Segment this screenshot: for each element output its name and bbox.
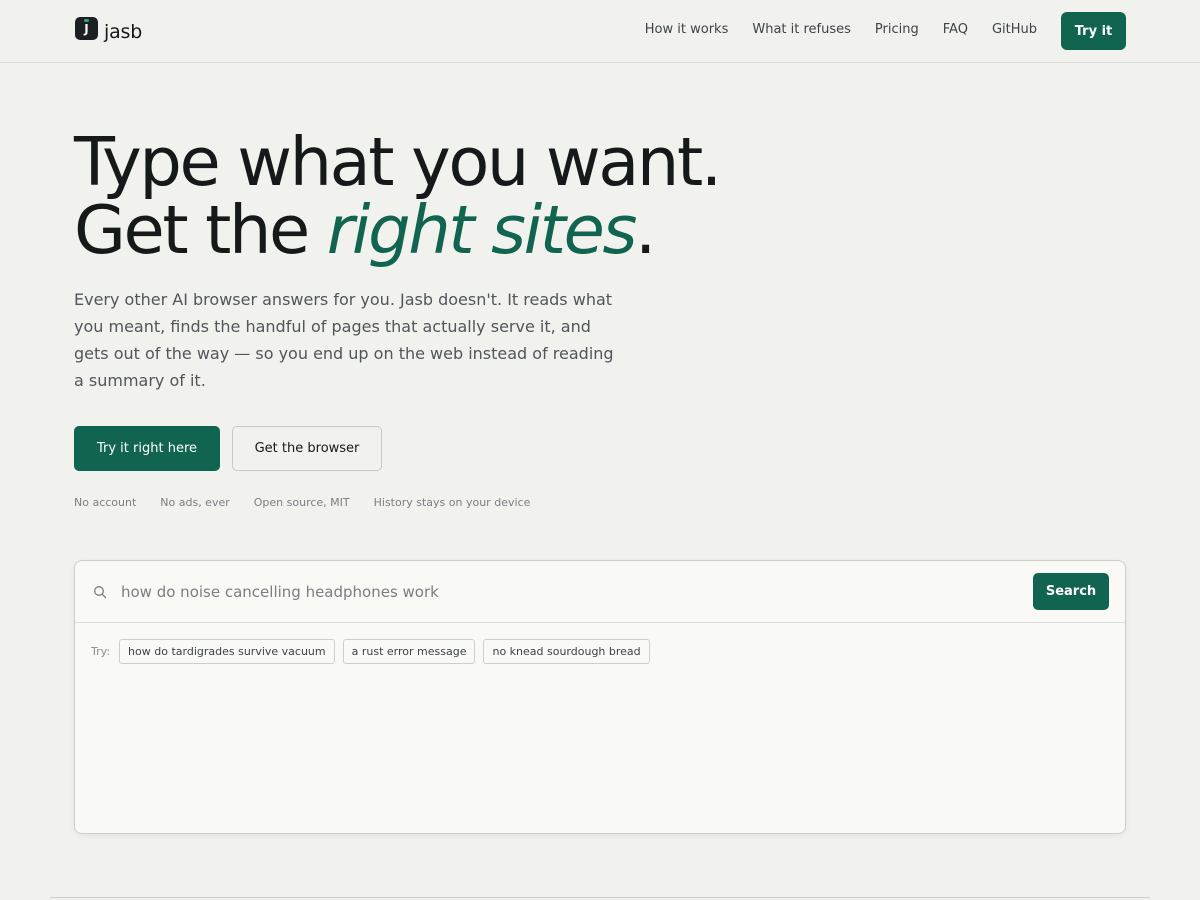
- hero-title-line2-prefix: Get the: [74, 191, 327, 269]
- hero-title-line1: Type what you want.: [74, 123, 722, 201]
- top-nav: J jasb How it works What it refuses Pric…: [0, 0, 1200, 63]
- jasb-logo-icon: J: [75, 16, 98, 40]
- search-input[interactable]: [121, 582, 1021, 602]
- suggestion-row: Try: how do tardigrades survive vacuum a…: [91, 639, 658, 664]
- feature-item: Open source, MIT: [253, 496, 350, 509]
- search-icon: [94, 586, 107, 599]
- section-divider: [50, 897, 1150, 898]
- brand[interactable]: J jasb: [75, 15, 142, 49]
- hero-title-accent: right sites: [326, 191, 638, 269]
- feature-item: No account: [74, 496, 137, 509]
- nav-link-what-it-refuses[interactable]: What it refuses: [752, 22, 851, 37]
- search-panel: Search Try: how do tardigrades survive v…: [74, 560, 1126, 834]
- feature-item: No ads, ever: [160, 496, 230, 509]
- try-label: Try:: [91, 645, 111, 658]
- hero-subtitle: Every other AI browser answers for you. …: [74, 290, 614, 390]
- feature-list: No account No ads, ever Open source, MIT…: [74, 496, 554, 509]
- nav-links: How it works What it refuses Pricing FAQ…: [621, 22, 1037, 37]
- nav-link-how-it-works[interactable]: How it works: [645, 22, 729, 37]
- suggestion-chip[interactable]: a rust error message: [342, 639, 476, 664]
- suggestion-chip[interactable]: no knead sourdough bread: [483, 639, 650, 664]
- suggestion-chip[interactable]: how do tardigrades survive vacuum: [119, 639, 335, 664]
- hero-title: Type what you want. Get the right sites.: [74, 128, 722, 264]
- logo-letter: J: [84, 21, 89, 36]
- hero-title-line2-suffix: .: [635, 191, 656, 269]
- search-bar: Search: [75, 561, 1125, 623]
- brand-name: jasb: [104, 21, 143, 43]
- feature-item: History stays on your device: [373, 496, 531, 509]
- nav-link-pricing[interactable]: Pricing: [875, 22, 919, 37]
- search-button[interactable]: Search: [1033, 573, 1109, 610]
- nav-link-faq[interactable]: FAQ: [943, 22, 968, 37]
- nav-try-it-button[interactable]: Try it: [1061, 12, 1126, 50]
- get-the-browser-button[interactable]: Get the browser: [232, 426, 382, 471]
- nav-link-github[interactable]: GitHub: [992, 22, 1037, 37]
- try-it-right-here-button[interactable]: Try it right here: [74, 426, 220, 471]
